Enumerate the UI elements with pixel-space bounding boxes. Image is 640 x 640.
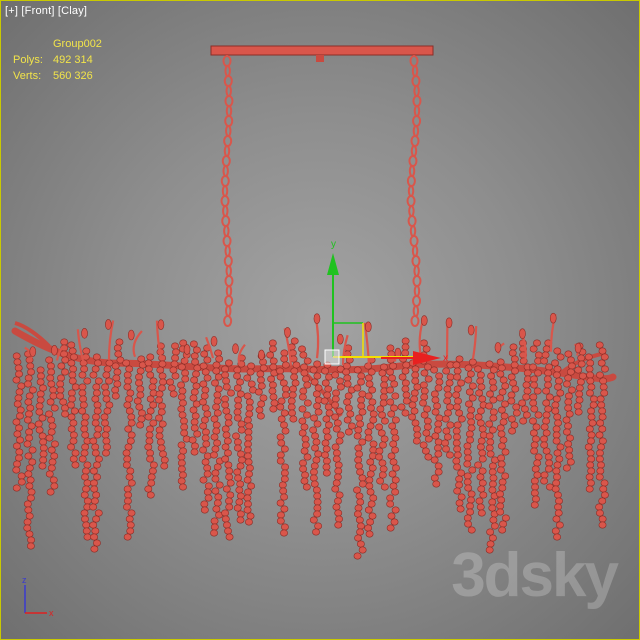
leaf-strand <box>408 359 422 445</box>
leaf-bud <box>127 329 135 341</box>
leaf-strand <box>320 361 334 477</box>
leaf-strand <box>474 365 488 517</box>
leaf-strand <box>386 344 400 532</box>
gizmo-center-handle[interactable] <box>324 349 340 365</box>
leaf-bud <box>365 321 372 333</box>
leaf-bud <box>284 327 291 338</box>
leaf-strand <box>276 349 290 537</box>
leaf-strand <box>529 339 543 509</box>
leaf-strand <box>177 339 191 491</box>
leaf-strand <box>111 338 125 400</box>
leaf-strand <box>243 362 257 526</box>
leaf-bud <box>210 335 218 347</box>
chain-left[interactable] <box>220 55 234 327</box>
leaf-bud <box>467 324 475 336</box>
watermark-logo: 3dsky <box>451 541 619 610</box>
leaf-strand <box>375 363 389 491</box>
leaf-strand <box>463 358 477 534</box>
leaf-bud <box>445 317 453 329</box>
front-viewport[interactable]: [+] [Front] [Clay] Group002 Polys: 492 3… <box>0 0 640 640</box>
leaf-bud <box>574 342 582 354</box>
leaf-strand <box>34 366 48 470</box>
leaf-bud <box>549 312 557 324</box>
leaf-strand <box>23 350 37 550</box>
leaf-strand <box>353 366 367 560</box>
leaf-strand <box>331 365 345 529</box>
axis-tripod: z x <box>22 575 54 618</box>
leaf-bud <box>157 319 165 330</box>
leaf-strand <box>452 355 466 513</box>
leaf-strand <box>573 342 587 416</box>
tripod-z-label: z <box>22 575 27 585</box>
tripod-x-label: x <box>49 608 54 618</box>
leaf-strand <box>342 344 356 436</box>
gizmo-y-arrow[interactable] <box>327 253 339 275</box>
leaf-strand <box>584 353 598 493</box>
leaf-strand <box>45 356 59 496</box>
leaf-bud <box>105 319 112 330</box>
leaf-bud <box>494 342 502 353</box>
leaf-bud <box>183 344 191 355</box>
leaf-bud <box>337 333 344 345</box>
leaf-strand <box>100 359 114 457</box>
chain-right[interactable] <box>406 55 422 327</box>
gizmo-y-label: y <box>331 239 336 250</box>
leaf-strand <box>507 343 521 435</box>
ceiling-canopy[interactable] <box>210 45 434 56</box>
leaf-bud <box>420 315 428 326</box>
leaf-strand <box>122 359 136 541</box>
leaf-bud <box>81 328 88 339</box>
leaf-strand <box>12 352 26 492</box>
leaf-strand <box>364 356 378 538</box>
leaf-strand <box>595 341 609 529</box>
leaf-strand <box>221 359 235 541</box>
leaf-sprig <box>132 330 143 358</box>
leaf-strand <box>254 352 268 420</box>
leaf-strand <box>188 340 202 456</box>
gizmo-x-label: x <box>443 353 448 364</box>
leaf-bud <box>51 345 58 356</box>
leaf-bud <box>258 349 265 361</box>
leaf-strand <box>441 361 455 459</box>
leaf-bud <box>313 313 321 324</box>
leaf-strand <box>430 366 444 488</box>
leaf-bud <box>29 346 37 357</box>
leaf-strand <box>78 347 92 541</box>
leaf-strand <box>309 360 323 536</box>
leaf-strand <box>210 349 224 537</box>
canopy-hook <box>316 55 324 62</box>
leaf-strand <box>266 339 279 413</box>
leaf-bud <box>519 328 526 339</box>
leaf-strand <box>89 353 103 553</box>
leaf-strand <box>485 360 499 554</box>
leaf-strand <box>496 358 510 534</box>
leaf-bud <box>232 343 239 354</box>
move-gizmo[interactable]: y x <box>324 239 448 365</box>
leaf-strand <box>144 353 158 499</box>
leaf-strand <box>166 342 180 398</box>
